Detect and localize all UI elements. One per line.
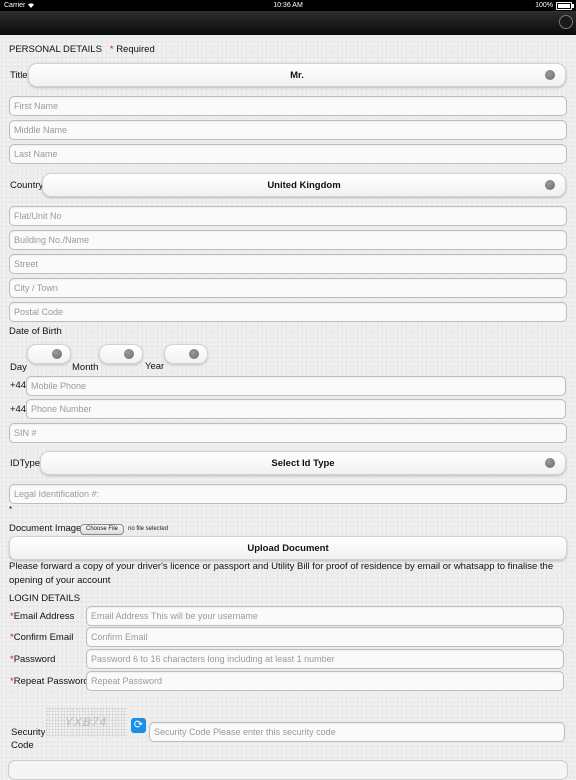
- document-image-label: Document Image: [9, 523, 82, 534]
- dob-label: Date of Birth: [9, 326, 62, 337]
- title-label: Title: [10, 70, 28, 81]
- middle-name-input[interactable]: [9, 120, 567, 140]
- phone-prefix: +44: [10, 404, 27, 415]
- day-label: Day: [10, 362, 27, 373]
- select-knob-icon: [52, 349, 62, 359]
- title-select[interactable]: Mr.: [28, 63, 566, 87]
- battery-status: 100%: [535, 0, 574, 11]
- legal-id-required: *: [9, 505, 13, 514]
- country-label: Country: [10, 180, 44, 191]
- menu-circle-icon[interactable]: [559, 15, 573, 29]
- phone-number-input[interactable]: [26, 399, 566, 419]
- next-section-edge: [8, 760, 568, 780]
- select-knob-icon: [189, 349, 199, 359]
- building-input[interactable]: [9, 230, 567, 250]
- choose-file-button[interactable]: Choose File: [80, 524, 125, 535]
- mobile-phone-input[interactable]: [26, 376, 566, 396]
- confirm-email-input[interactable]: [86, 627, 564, 647]
- personal-details-heading: PERSONAL DETAILS * Required: [9, 44, 155, 55]
- security-label: Security: [11, 727, 46, 738]
- repeat-password-input[interactable]: [86, 671, 564, 691]
- select-knob-icon: [545, 70, 555, 80]
- sin-input[interactable]: [9, 423, 567, 443]
- mobile-prefix: +44: [10, 380, 27, 391]
- day-select[interactable]: [27, 344, 71, 364]
- refresh-captcha-icon[interactable]: ⟳: [131, 718, 146, 733]
- proof-note: Please forward a copy of your driver's l…: [9, 561, 554, 586]
- select-knob-icon: [545, 458, 555, 468]
- upload-document-button[interactable]: Upload Document: [9, 536, 567, 560]
- password-label: *Password: [10, 654, 56, 665]
- status-bar: Carrier 10:36 AM 100%: [0, 0, 576, 11]
- legal-id-input[interactable]: [9, 484, 567, 504]
- file-status: no file selected: [128, 526, 169, 532]
- repeat-password-label: *Repeat Password: [10, 676, 89, 687]
- city-input[interactable]: [9, 278, 567, 298]
- last-name-input[interactable]: [9, 144, 567, 164]
- confirm-email-label: *Confirm Email: [10, 632, 74, 643]
- nav-bar: [0, 11, 576, 35]
- security-label-code: Code: [11, 740, 34, 751]
- month-select[interactable]: [99, 344, 143, 364]
- select-knob-icon: [545, 180, 555, 190]
- country-select[interactable]: United Kingdom: [42, 173, 566, 197]
- clock: 10:36 AM: [273, 2, 303, 9]
- battery-icon: [556, 1, 574, 10]
- month-label: Month: [72, 362, 99, 373]
- postal-code-input[interactable]: [9, 302, 567, 322]
- idtype-select[interactable]: Select Id Type: [40, 451, 566, 475]
- password-input[interactable]: [86, 649, 564, 669]
- email-input[interactable]: [86, 606, 564, 626]
- year-select[interactable]: [164, 344, 208, 364]
- login-details-heading: LOGIN DETAILS: [9, 593, 81, 604]
- year-label: Year: [145, 361, 165, 372]
- flat-unit-input[interactable]: [9, 206, 567, 226]
- email-label: *Email Address: [10, 611, 75, 622]
- select-knob-icon: [124, 349, 134, 359]
- captcha-image: YXB74: [45, 707, 127, 737]
- street-input[interactable]: [9, 254, 567, 274]
- idtype-label: IDType: [10, 458, 41, 469]
- security-code-input[interactable]: [149, 722, 565, 742]
- first-name-input[interactable]: [9, 96, 567, 116]
